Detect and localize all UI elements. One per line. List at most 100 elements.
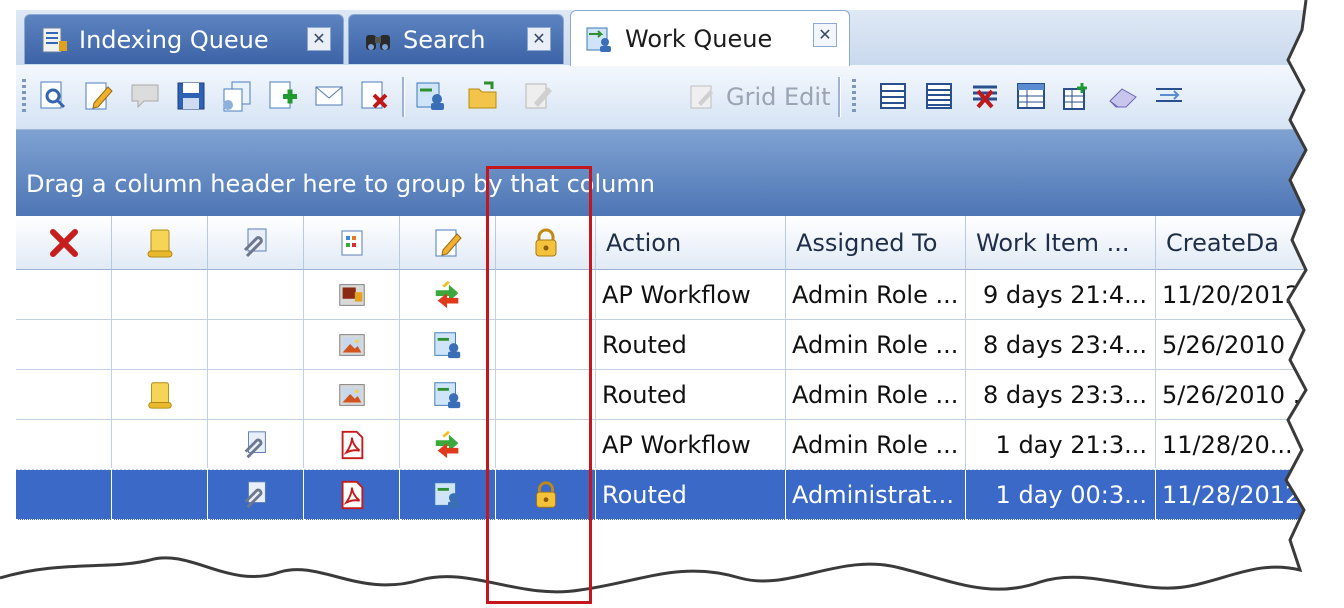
grid-edit-button[interactable]: Grid Edit	[688, 81, 830, 113]
assigned-to-cell[interactable]: Admin Role ...	[786, 270, 966, 320]
create-date-cell[interactable]: 11/28/2012	[1156, 470, 1306, 520]
tab-indexing-queue[interactable]: Indexing Queue ✕	[24, 14, 344, 64]
action-cell[interactable]: Routed	[596, 370, 786, 420]
icon-cell[interactable]	[208, 370, 304, 420]
group-by-panel[interactable]: Drag a column header here to group by th…	[16, 130, 1306, 216]
create-date-cell[interactable]: 11/28/20...	[1156, 420, 1306, 470]
queue-icon	[42, 27, 67, 52]
icon-cell[interactable]	[112, 320, 208, 370]
icon-cell[interactable]	[16, 470, 112, 520]
icon-cell[interactable]	[304, 420, 400, 470]
icon-cell[interactable]	[112, 370, 208, 420]
eraser-icon[interactable]	[1106, 79, 1140, 113]
binoculars-icon	[366, 34, 390, 50]
create-date-cell[interactable]: 5/26/2010 ...	[1156, 320, 1306, 370]
open-folder-icon[interactable]	[466, 79, 500, 113]
attachment-icon	[243, 228, 266, 257]
column-header-action[interactable]: Action	[596, 216, 786, 270]
icon-cell[interactable]	[400, 270, 496, 320]
tab-search[interactable]: Search ✕	[348, 14, 564, 64]
icon-cell[interactable]	[400, 370, 496, 420]
icon-cell[interactable]	[112, 270, 208, 320]
icon-cell[interactable]	[112, 470, 208, 520]
column-header-work-item[interactable]: Work Item ...	[966, 216, 1156, 270]
action-cell[interactable]: AP Workflow	[596, 270, 786, 320]
save-icon[interactable]	[174, 79, 208, 113]
tab-strip: Indexing Queue ✕ Search ✕ Work Queue ✕	[16, 10, 1306, 66]
action-cell[interactable]: AP Workflow	[596, 420, 786, 470]
document-type-icon	[341, 230, 362, 255]
clear-filter-icon[interactable]	[968, 79, 1002, 113]
grid-edit-label: Grid Edit	[726, 83, 831, 111]
action-cell[interactable]: Routed	[596, 470, 786, 520]
rows-icon[interactable]	[922, 79, 956, 113]
icon-cell[interactable]	[400, 420, 496, 470]
icon-cell[interactable]	[16, 420, 112, 470]
icon-cell[interactable]	[16, 270, 112, 320]
column-header-attachment[interactable]	[208, 216, 304, 270]
table-row[interactable]: Routed Administrat... 1 day 00:3... 11/28/2…	[14, 468, 1308, 522]
assigned-to-cell[interactable]: Admin Role ...	[786, 370, 966, 420]
toolbar-grip[interactable]	[22, 79, 26, 115]
icon-cell[interactable]	[112, 420, 208, 470]
table-layout-icon[interactable]	[1014, 79, 1048, 113]
table-row[interactable]: Routed Admin Role ... 8 days 23:4... 5/26/2…	[16, 320, 1306, 370]
work-item-cell[interactable]: 1 day 21:3...	[966, 420, 1156, 470]
icon-cell[interactable]	[16, 370, 112, 420]
close-icon[interactable]: ✕	[307, 27, 331, 51]
work-item-cell[interactable]: 8 days 23:4...	[966, 320, 1156, 370]
view-document-icon[interactable]	[36, 79, 70, 113]
icon-cell[interactable]	[208, 270, 304, 320]
icon-cell[interactable]	[304, 370, 400, 420]
assigned-to-cell[interactable]: Admin Role ...	[786, 420, 966, 470]
toolbar-grip[interactable]	[852, 79, 856, 115]
tab-work-queue[interactable]: Work Queue ✕	[570, 10, 850, 66]
toolbar-separator	[838, 77, 841, 117]
icon-cell[interactable]	[208, 320, 304, 370]
attachment-icon	[244, 430, 266, 458]
columns-icon[interactable]	[876, 79, 910, 113]
delete-document-icon[interactable]	[358, 79, 392, 113]
comment-icon[interactable]	[128, 79, 162, 113]
icon-cell[interactable]	[400, 470, 496, 520]
attachment-icon	[244, 480, 266, 508]
create-date-cell[interactable]: 5/26/2010 ...	[1156, 370, 1306, 420]
close-icon[interactable]: ✕	[813, 23, 837, 47]
create-date-cell[interactable]: 11/20/2012...	[1156, 270, 1306, 320]
table-row[interactable]: AP Workflow Admin Role ... 9 days 21:4... 1…	[16, 270, 1306, 320]
application-window: Indexing Queue ✕ Search ✕ Work Queue ✕ G…	[0, 0, 1344, 608]
icon-cell[interactable]	[16, 320, 112, 370]
column-header-doctype[interactable]	[304, 216, 400, 270]
icon-cell[interactable]	[304, 270, 400, 320]
edit-disabled-icon[interactable]	[522, 79, 556, 113]
column-header-create-date[interactable]: CreateDa	[1156, 216, 1306, 270]
table-row[interactable]: Routed Admin Role ... 8 days 23:3... 5/26/2…	[16, 370, 1306, 420]
icon-cell[interactable]	[208, 420, 304, 470]
work-item-cell[interactable]: 8 days 23:3...	[966, 370, 1156, 420]
assigned-to-cell[interactable]: Admin Role ...	[786, 320, 966, 370]
route-icon[interactable]	[414, 79, 448, 113]
routed-user-icon	[433, 481, 460, 508]
resize-columns-icon[interactable]	[1152, 79, 1186, 113]
work-item-cell[interactable]: 9 days 21:4...	[966, 270, 1156, 320]
work-item-cell[interactable]: 1 day 00:3...	[966, 470, 1156, 520]
assigned-to-cell[interactable]: Administrat...	[786, 470, 966, 520]
icon-cell[interactable]	[208, 470, 304, 520]
column-header-delete[interactable]	[16, 216, 112, 270]
icon-cell[interactable]	[304, 470, 400, 520]
column-header-note[interactable]	[112, 216, 208, 270]
copy-documents-icon[interactable]	[220, 79, 254, 113]
email-icon[interactable]	[312, 79, 346, 113]
column-header-assigned-to[interactable]: Assigned To	[786, 216, 966, 270]
add-document-icon[interactable]	[266, 79, 300, 113]
note-icon	[147, 229, 172, 257]
edit-document-icon[interactable]	[82, 79, 116, 113]
action-cell[interactable]: Routed	[596, 320, 786, 370]
export-grid-icon[interactable]	[1060, 79, 1094, 113]
icon-cell[interactable]	[304, 320, 400, 370]
table-row[interactable]: AP Workflow Admin Role ... 1 day 21:3... 11…	[16, 420, 1306, 470]
icon-cell[interactable]	[400, 320, 496, 370]
column-header-workflow[interactable]	[400, 216, 496, 270]
close-icon[interactable]: ✕	[527, 27, 551, 51]
routed-user-icon	[433, 381, 460, 408]
